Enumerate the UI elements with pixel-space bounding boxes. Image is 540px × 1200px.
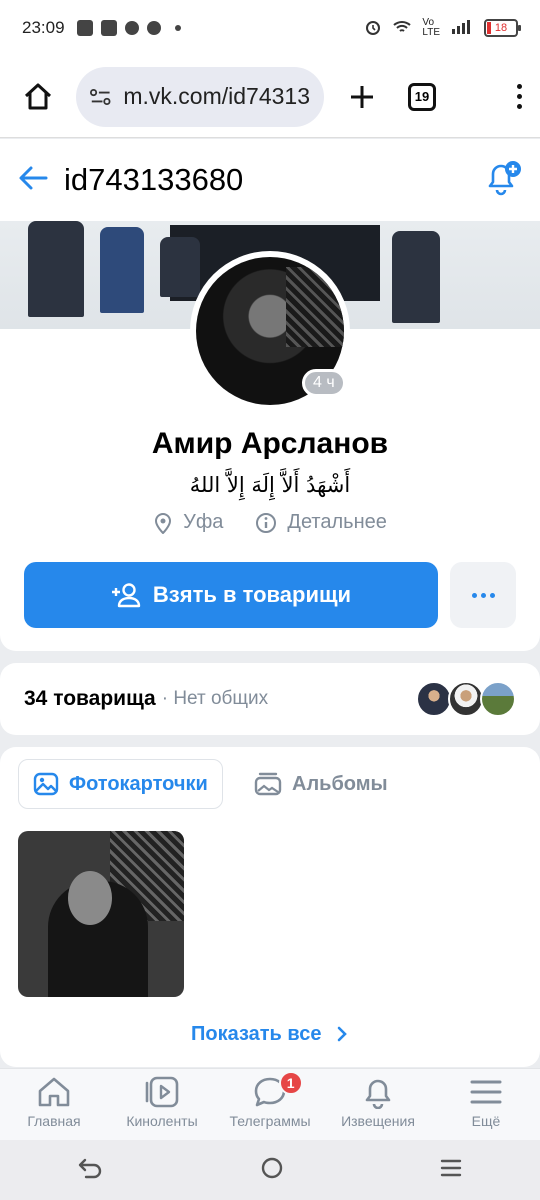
browser-toolbar: m.vk.com/id74313 19: [0, 56, 540, 138]
profile-details-link[interactable]: Детальнее: [287, 511, 386, 534]
battery-icon: 18: [484, 19, 521, 37]
more-notifications-icon: [174, 25, 181, 31]
alarm-icon: [364, 18, 382, 39]
status-bar: 23:09 Vo LTE 18: [0, 0, 540, 56]
recents-icon: [440, 1159, 461, 1176]
new-tab-button[interactable]: [342, 77, 382, 117]
nav-video-label: Киноленты: [126, 1113, 198, 1129]
wifi-icon: [392, 19, 412, 38]
signal-4g-icon: [450, 19, 474, 38]
albums-icon: [254, 772, 282, 796]
url-bar[interactable]: m.vk.com/id74313: [76, 66, 324, 127]
tab-albums-label: Альбомы: [292, 772, 388, 795]
nav-home-label: Главная: [27, 1113, 81, 1129]
nav-messages[interactable]: 1 Телеграммы: [216, 1069, 324, 1140]
system-navigation: [0, 1140, 540, 1200]
site-settings-icon: [90, 88, 111, 105]
profile-status: أَشْهَدُ أَلاَّ إِلَهَ إِلاَّ اللهُ: [189, 473, 351, 497]
profile-info: Уфа Детальнее: [0, 511, 540, 534]
volte-icon: Vo LTE: [422, 17, 440, 38]
tab-photos[interactable]: Фотокарточки: [18, 759, 223, 809]
video-icon: [145, 1076, 179, 1108]
profile-city: Уфа: [183, 511, 224, 533]
nav-messages-label: Телеграммы: [229, 1113, 311, 1129]
system-recents-button[interactable]: [438, 1156, 464, 1185]
url-text: m.vk.com/id74313: [123, 83, 310, 109]
show-all-label: Показать все: [190, 1023, 322, 1045]
nav-video[interactable]: Киноленты: [108, 1069, 216, 1140]
image-icon: [33, 772, 59, 796]
nav-more-label: Ещё: [471, 1113, 501, 1129]
profile-header: id743133680: [0, 139, 540, 221]
photos-section: Фотокарточки Альбомы Показать все: [0, 747, 540, 1067]
home-icon: [38, 1077, 70, 1107]
info-icon: [256, 512, 277, 533]
profile-card: 4 ч Амир Арсланов أَشْهَدُ أَلاَّ إِلَهَ…: [0, 221, 540, 651]
battery-level: 18: [494, 22, 508, 34]
menu-icon: [470, 1080, 502, 1104]
tab-switcher-button[interactable]: 19: [408, 82, 436, 111]
subscribe-notifications-button[interactable]: [484, 160, 522, 201]
more-actions-button[interactable]: [450, 562, 516, 628]
friend-avatar: [448, 681, 484, 717]
circle-home-icon: [261, 1157, 283, 1178]
photo-thumbnail[interactable]: [18, 831, 184, 997]
friends-count: 34 товарища: [24, 687, 156, 710]
browser-menu-button[interactable]: [517, 84, 522, 109]
friend-avatar: [416, 681, 452, 717]
tab-count: 19: [414, 89, 430, 104]
nav-more[interactable]: Ещё: [432, 1069, 540, 1140]
arrow-left-icon: [19, 166, 48, 189]
back-button[interactable]: [18, 165, 48, 196]
tab-photos-label: Фотокарточки: [69, 772, 208, 795]
system-home-button[interactable]: [259, 1155, 285, 1186]
location-notification-icon: [146, 21, 161, 35]
plus-icon: [351, 85, 373, 108]
back-arrow-icon: [79, 1158, 102, 1178]
status-time: 23:09: [22, 18, 65, 37]
bell-icon: [365, 1079, 391, 1109]
home-button[interactable]: [18, 77, 58, 117]
add-user-icon: [111, 583, 141, 608]
email-notification-icon: [124, 21, 139, 35]
bell-plus-icon: [488, 160, 521, 195]
chevron-right-icon: [337, 1026, 347, 1042]
nav-notifications-label: Извещения: [341, 1113, 415, 1129]
wb-notification-icon: [100, 20, 117, 36]
page-title: id743133680: [64, 162, 244, 197]
system-back-button[interactable]: [76, 1156, 106, 1185]
location-pin-icon: [155, 512, 172, 534]
bottom-navigation: Главная Киноленты 1 Телеграммы Извещения…: [0, 1068, 540, 1140]
add-friend-label: Взять в товарищи: [152, 582, 352, 607]
friends-summary[interactable]: 34 товарища · Нет общих: [0, 663, 540, 735]
home-icon: [24, 83, 52, 109]
tab-albums[interactable]: Альбомы: [254, 759, 388, 809]
profile-name: Амир Арсланов: [151, 427, 389, 460]
nav-notifications[interactable]: Извещения: [324, 1069, 432, 1140]
friends-avatars: [416, 681, 516, 717]
add-friend-button[interactable]: Взять в товарищи: [24, 562, 438, 628]
nav-home[interactable]: Главная: [0, 1069, 108, 1140]
gallery-notification-icon: [76, 20, 93, 36]
friend-avatar: [480, 681, 516, 717]
show-all-photos-link[interactable]: Показать все: [0, 1023, 540, 1046]
common-friends: · Нет общих: [161, 688, 269, 709]
online-badge: 4 ч: [302, 369, 346, 397]
messages-badge: 1: [278, 1071, 303, 1095]
